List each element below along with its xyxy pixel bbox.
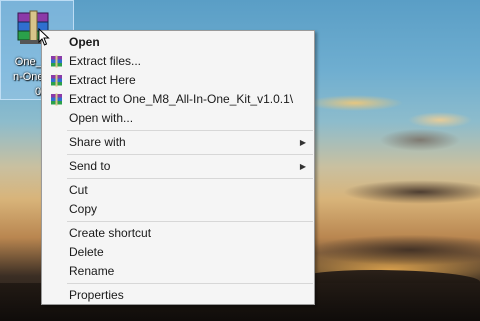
menu-item-label: Extract to One_M8_All-In-One_Kit_v1.0.1\ (69, 92, 294, 106)
menu-item-label: Properties (69, 288, 124, 302)
context-menu: Open Extract files... Extract Here Extra… (41, 30, 315, 305)
menu-separator (67, 283, 313, 284)
menu-item-properties[interactable]: Properties (42, 286, 314, 305)
menu-item-label: Send to (69, 159, 111, 173)
menu-item-label: Delete (69, 245, 104, 259)
submenu-arrow-icon: ▶ (299, 162, 306, 171)
menu-item-cut[interactable]: Cut (42, 181, 314, 200)
menu-item-label: Copy (69, 202, 98, 216)
menu-item-label: Extract files... (69, 54, 142, 68)
menu-item-delete[interactable]: Delete (42, 243, 314, 262)
winrar-icon (51, 74, 62, 87)
menu-item-label: Share with (69, 135, 126, 149)
menu-item-open-with[interactable]: Open with... (42, 109, 314, 128)
submenu-arrow-icon: ▶ (299, 138, 306, 147)
menu-item-extract-here[interactable]: Extract Here (42, 71, 314, 90)
menu-item-label: Create shortcut (69, 226, 152, 240)
menu-item-send-to[interactable]: Send to ▶ (42, 157, 314, 176)
menu-separator (67, 154, 313, 155)
menu-item-copy[interactable]: Copy (42, 200, 314, 219)
menu-item-label: Cut (69, 183, 88, 197)
winrar-icon (51, 93, 62, 106)
menu-item-rename[interactable]: Rename (42, 262, 314, 281)
menu-item-create-shortcut[interactable]: Create shortcut (42, 224, 314, 243)
winrar-icon (51, 55, 62, 68)
menu-item-open[interactable]: Open (42, 33, 314, 52)
menu-item-extract-files[interactable]: Extract files... (42, 52, 314, 71)
menu-separator (67, 178, 313, 179)
menu-item-extract-to-folder[interactable]: Extract to One_M8_All-In-One_Kit_v1.0.1\ (42, 90, 314, 109)
menu-item-label: Extract Here (69, 73, 136, 87)
menu-item-label: Rename (69, 264, 115, 278)
menu-item-share-with[interactable]: Share with ▶ (42, 133, 314, 152)
menu-item-label: Open (69, 35, 100, 49)
menu-item-label: Open with... (69, 111, 134, 125)
menu-separator (67, 221, 313, 222)
mouse-pointer-icon (38, 28, 50, 46)
menu-separator (67, 130, 313, 131)
